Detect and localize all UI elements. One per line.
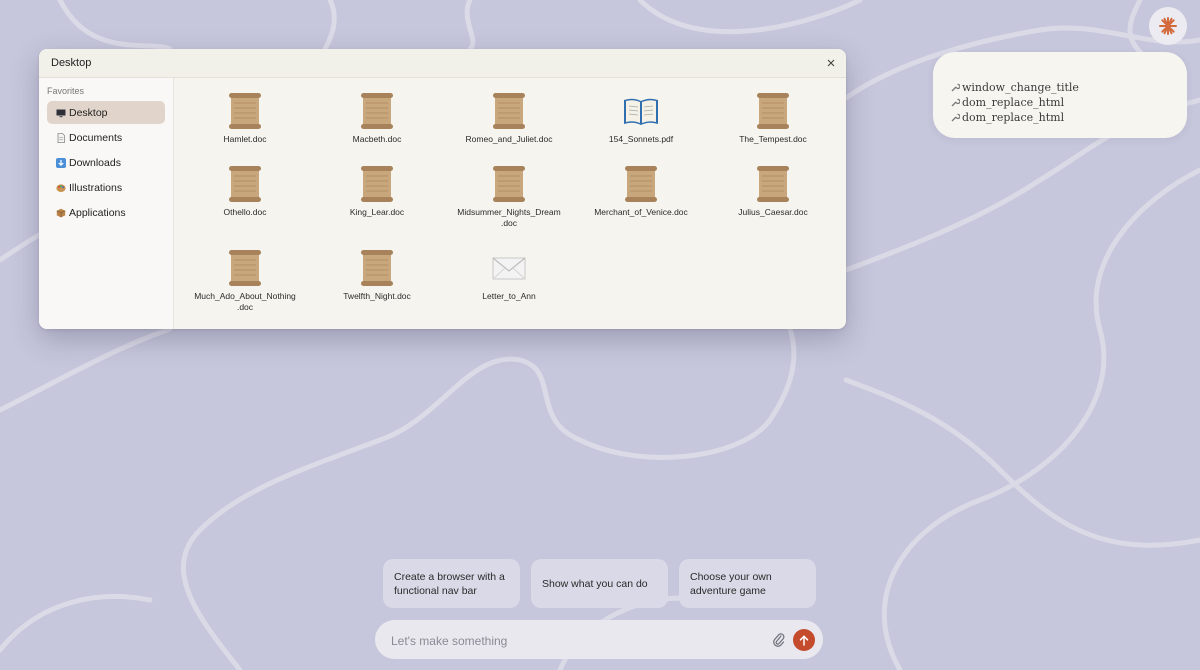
- file-item[interactable]: King_Lear.doc: [311, 165, 443, 218]
- tool-call-item: dom_replace_html: [950, 110, 1187, 125]
- tool-call-label: dom_replace_html: [962, 96, 1065, 109]
- file-name: Midsummer_Nights_Dream .doc: [457, 207, 561, 228]
- scroll-icon: [229, 250, 261, 286]
- scroll-icon: [757, 93, 789, 129]
- sidebar-item-desktop[interactable]: Desktop: [47, 101, 165, 124]
- file-item[interactable]: Hamlet.doc: [179, 92, 311, 145]
- tool-call-label: window_change_title: [962, 81, 1079, 94]
- file-name: Macbeth.doc: [352, 134, 402, 144]
- envelope-icon: [492, 257, 526, 280]
- file-item[interactable]: Midsummer_Nights_Dream .doc: [443, 165, 575, 229]
- package-icon: [56, 208, 66, 217]
- scroll-icon: [757, 166, 789, 202]
- attach-button[interactable]: [772, 632, 786, 648]
- scroll-icon: [361, 250, 393, 286]
- file-name: The_Tempest.doc: [739, 134, 807, 144]
- file-item[interactable]: Julius_Caesar.doc: [707, 165, 839, 218]
- prompt-input[interactable]: [389, 630, 763, 652]
- palette-icon: [56, 183, 66, 192]
- sidebar-item-label: Desktop: [69, 106, 108, 119]
- scroll-icon: [493, 93, 525, 129]
- file-item[interactable]: Othello.doc: [179, 165, 311, 218]
- suggestion-chip[interactable]: Create a browser with a functional nav b…: [383, 559, 520, 608]
- suggestion-chip[interactable]: Choose your own adventure game: [679, 559, 816, 608]
- sidebar-item-documents[interactable]: Documents: [47, 126, 165, 149]
- file-item[interactable]: The_Tempest.doc: [707, 92, 839, 145]
- close-icon: [827, 59, 835, 67]
- file-grid: Hamlet.doc Macbeth.doc Romeo_and_Juliet.…: [173, 78, 846, 329]
- file-item[interactable]: Twelfth_Night.doc: [311, 249, 443, 302]
- tool-call-label: dom_replace_html: [962, 111, 1065, 124]
- file-item[interactable]: Merchant_of_Venice.doc: [575, 165, 707, 218]
- file-item[interactable]: Romeo_and_Juliet.doc: [443, 92, 575, 145]
- scroll-icon: [493, 166, 525, 202]
- file-name: 154_Sonnets.pdf: [608, 134, 674, 144]
- file-name: Romeo_and_Juliet.doc: [465, 134, 553, 144]
- wrench-icon: [951, 83, 960, 91]
- file-name: King_Lear.doc: [349, 207, 405, 217]
- arrow-up-icon: [799, 634, 809, 646]
- sidebar-item-downloads[interactable]: Downloads: [47, 151, 165, 174]
- wrench-icon: [951, 113, 960, 121]
- window-title: Desktop: [51, 57, 92, 69]
- suggestion-label: Create a browser with a functional nav b…: [394, 570, 505, 597]
- tool-calls-bubble: window_change_title dom_replace_html dom…: [933, 52, 1187, 138]
- file-item[interactable]: Much_Ado_About_Nothing .doc: [179, 249, 311, 313]
- close-button[interactable]: [824, 56, 838, 70]
- file-name: Othello.doc: [223, 207, 267, 217]
- sidebar-item-label: Applications: [69, 206, 126, 219]
- prompt-bar: [375, 620, 823, 659]
- file-name: Letter_to_Ann: [482, 291, 536, 301]
- scroll-icon: [361, 93, 393, 129]
- scroll-icon: [625, 166, 657, 202]
- file-name: Julius_Caesar.doc: [738, 207, 808, 217]
- file-name: Twelfth_Night.doc: [343, 291, 411, 301]
- file-item[interactable]: 154_Sonnets.pdf: [575, 92, 707, 145]
- sidebar-item-label: Illustrations: [69, 181, 123, 194]
- suggestion-label: Choose your own adventure game: [690, 570, 772, 597]
- open-book-icon: [624, 98, 658, 125]
- file-name: Hamlet.doc: [223, 134, 267, 144]
- scroll-icon: [361, 166, 393, 202]
- monitor-icon: [56, 109, 66, 117]
- sidebar: Favorites Desktop Documents Downloads Il…: [39, 78, 174, 329]
- scroll-icon: [229, 93, 261, 129]
- send-button[interactable]: [793, 629, 815, 651]
- document-icon: [57, 132, 65, 143]
- file-item[interactable]: Letter_to_Ann: [443, 249, 575, 302]
- sidebar-item-label: Documents: [69, 131, 123, 144]
- sidebar-item-illustrations[interactable]: Illustrations: [47, 176, 165, 199]
- sidebar-item-label: Downloads: [69, 156, 121, 169]
- file-name: Merchant_of_Venice.doc: [594, 207, 688, 217]
- sparkle-asterisk-icon: [1159, 17, 1177, 35]
- paperclip-icon: [773, 633, 785, 647]
- suggestion-label: Show what you can do: [542, 577, 648, 590]
- tool-call-item: window_change_title: [950, 80, 1187, 95]
- scroll-icon: [229, 166, 261, 202]
- wrench-icon: [951, 98, 960, 106]
- download-arrow-icon: [56, 157, 66, 168]
- suggestion-chip[interactable]: Show what you can do: [531, 559, 668, 608]
- window-titlebar[interactable]: Desktop: [39, 49, 846, 78]
- tool-call-item: dom_replace_html: [950, 95, 1187, 110]
- desktop-window: Desktop Favorites Desktop Documents Down…: [39, 49, 846, 329]
- file-name: Much_Ado_About_Nothing .doc: [194, 291, 296, 312]
- sidebar-item-applications[interactable]: Applications: [47, 201, 165, 224]
- sidebar-heading: Favorites: [47, 86, 85, 96]
- file-item[interactable]: Macbeth.doc: [311, 92, 443, 145]
- assistant-logo[interactable]: [1149, 7, 1187, 45]
